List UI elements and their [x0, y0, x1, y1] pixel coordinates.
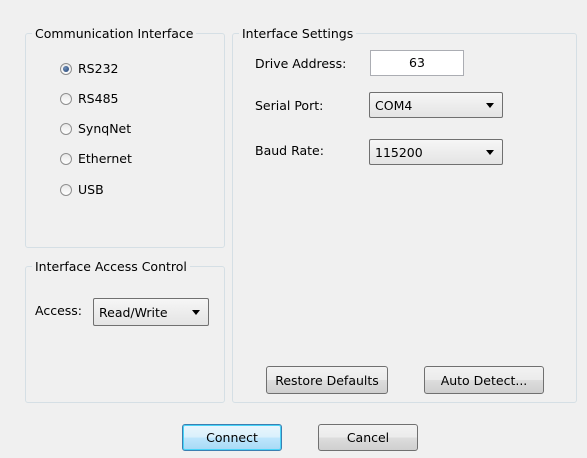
radio-usb[interactable]: USB: [60, 182, 104, 197]
radio-button[interactable]: [60, 152, 72, 165]
radio-label: Ethernet: [78, 151, 132, 166]
radio-rs232[interactable]: RS232: [60, 61, 118, 76]
chevron-down-icon: [192, 310, 200, 315]
radio-label: RS232: [78, 61, 119, 76]
access-control-group: Interface Access Control: [25, 259, 225, 403]
access-select[interactable]: Read/Write: [93, 298, 209, 326]
radio-rs485[interactable]: RS485: [60, 91, 118, 106]
drive-address-field[interactable]: 63: [370, 50, 464, 76]
radio-button[interactable]: [60, 92, 72, 105]
interface-settings-group: Interface Settings: [232, 26, 577, 403]
chevron-down-icon: [486, 150, 494, 155]
auto-detect-button[interactable]: Auto Detect...: [424, 366, 544, 394]
radio-label: SynqNet: [78, 121, 132, 136]
interface-settings-title: Interface Settings: [242, 26, 354, 41]
baud-rate-select[interactable]: 115200: [369, 139, 503, 165]
access-select-value: Read/Write: [99, 304, 168, 320]
communication-interface-title: Communication Interface: [35, 26, 194, 41]
communication-interface-group: Communication Interface: [25, 26, 225, 248]
radio-label: USB: [78, 182, 104, 197]
radio-synqnet[interactable]: SynqNet: [60, 121, 131, 136]
restore-defaults-button[interactable]: Restore Defaults: [266, 366, 388, 394]
cancel-button[interactable]: Cancel: [318, 424, 418, 451]
access-label: Access:: [35, 303, 83, 318]
radio-button[interactable]: [60, 183, 72, 196]
radio-button[interactable]: [60, 62, 72, 75]
serial-port-select[interactable]: COM4: [369, 92, 503, 118]
radio-label: RS485: [78, 91, 119, 106]
access-control-title: Interface Access Control: [35, 259, 187, 274]
connect-button[interactable]: Connect: [182, 424, 282, 451]
serial-port-label: Serial Port:: [255, 98, 324, 113]
radio-button[interactable]: [60, 122, 72, 135]
baud-rate-value: 115200: [375, 144, 423, 160]
radio-ethernet[interactable]: Ethernet: [60, 151, 132, 166]
baud-rate-label: Baud Rate:: [255, 143, 324, 158]
chevron-down-icon: [486, 103, 494, 108]
serial-port-value: COM4: [375, 97, 413, 113]
drive-address-label: Drive Address:: [255, 56, 347, 71]
